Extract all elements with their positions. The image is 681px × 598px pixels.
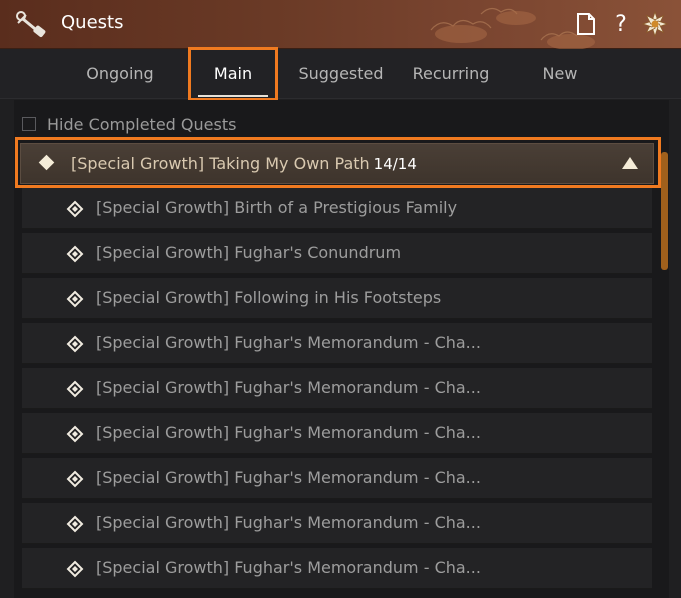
triangle-up-icon[interactable] xyxy=(622,157,638,169)
quest-diamond-icon xyxy=(66,200,84,218)
quest-item[interactable]: [Special Growth] Fughar's Memorandum - C… xyxy=(22,458,652,499)
quest-diamond-icon xyxy=(66,380,84,398)
quest-diamond-icon xyxy=(66,515,84,533)
quest-diamond-icon xyxy=(66,335,84,353)
quest-label: [Special Growth] Fughar's Memorandum - C… xyxy=(96,513,481,532)
quest-label: [Special Growth] Following in His Footst… xyxy=(96,288,442,307)
quest-item[interactable]: [Special Growth] Fughar's Memorandum - C… xyxy=(22,368,652,409)
tab-new[interactable]: New xyxy=(520,49,600,99)
quest-group-title: [Special Growth] Taking My Own Path xyxy=(71,154,370,173)
quest-group-progress: 14/14 xyxy=(373,155,417,173)
quest-item[interactable]: [Special Growth] Fughar's Conundrum xyxy=(22,233,652,274)
quest-item[interactable]: [Special Growth] Fughar's Memorandum - C… xyxy=(22,323,652,364)
quest-group-title-row: [Special Growth] Taking My Own Path 14/14 xyxy=(71,154,417,173)
quest-item[interactable]: [Special Growth] Fughar's Memorandum - C… xyxy=(22,503,652,544)
flower-icon[interactable] xyxy=(641,10,669,38)
document-icon[interactable] xyxy=(572,10,600,38)
quests-window: Quests ? Ongoing Main Suggested Recurrin… xyxy=(0,0,681,598)
quest-diamond-icon xyxy=(66,425,84,443)
tab-main[interactable]: Main xyxy=(190,49,276,99)
scrollbar-thumb[interactable] xyxy=(661,152,668,270)
quest-item[interactable]: [Special Growth] Birth of a Prestigious … xyxy=(22,188,652,229)
window-title: Quests xyxy=(61,12,124,33)
quest-label: [Special Growth] Fughar's Memorandum - C… xyxy=(96,558,481,577)
tab-bar: Ongoing Main Suggested Recurring New xyxy=(0,49,681,99)
quest-label: [Special Growth] Fughar's Memorandum - C… xyxy=(96,333,481,352)
tab-ongoing[interactable]: Ongoing xyxy=(70,49,170,99)
quest-label: [Special Growth] Birth of a Prestigious … xyxy=(96,198,458,217)
quest-label: [Special Growth] Fughar's Memorandum - C… xyxy=(96,468,481,487)
title-bar[interactable]: Quests ? xyxy=(0,0,681,49)
help-icon[interactable]: ? xyxy=(607,10,635,38)
scroll-icon xyxy=(16,11,46,38)
quest-diamond-icon xyxy=(66,245,84,263)
hide-completed-checkbox[interactable] xyxy=(22,117,36,131)
hide-completed-row[interactable]: Hide Completed Quests xyxy=(22,114,236,134)
quest-item[interactable]: [Special Growth] Fughar's Memorandum - C… xyxy=(22,413,652,454)
quest-item[interactable]: [Special Growth] Fughar's Memorandum - C… xyxy=(22,548,652,589)
quest-item[interactable]: [Special Growth] Following in His Footst… xyxy=(22,278,652,319)
quest-diamond-icon xyxy=(66,560,84,578)
tab-recurring[interactable]: Recurring xyxy=(398,49,504,99)
help-glyph: ? xyxy=(615,11,627,37)
tab-suggested[interactable]: Suggested xyxy=(288,49,394,99)
quest-label: [Special Growth] Fughar's Memorandum - C… xyxy=(96,423,481,442)
quest-diamond-icon xyxy=(66,290,84,308)
hide-completed-label: Hide Completed Quests xyxy=(47,114,237,134)
quest-label: [Special Growth] Fughar's Conundrum xyxy=(96,243,402,262)
quest-list: [Special Growth] Birth of a Prestigious … xyxy=(22,188,652,593)
quest-group-header[interactable]: [Special Growth] Taking My Own Path 14/14 xyxy=(20,143,654,184)
quest-label: [Special Growth] Fughar's Memorandum - C… xyxy=(96,378,481,397)
quest-diamond-icon xyxy=(66,470,84,488)
diamond-icon xyxy=(38,154,55,171)
